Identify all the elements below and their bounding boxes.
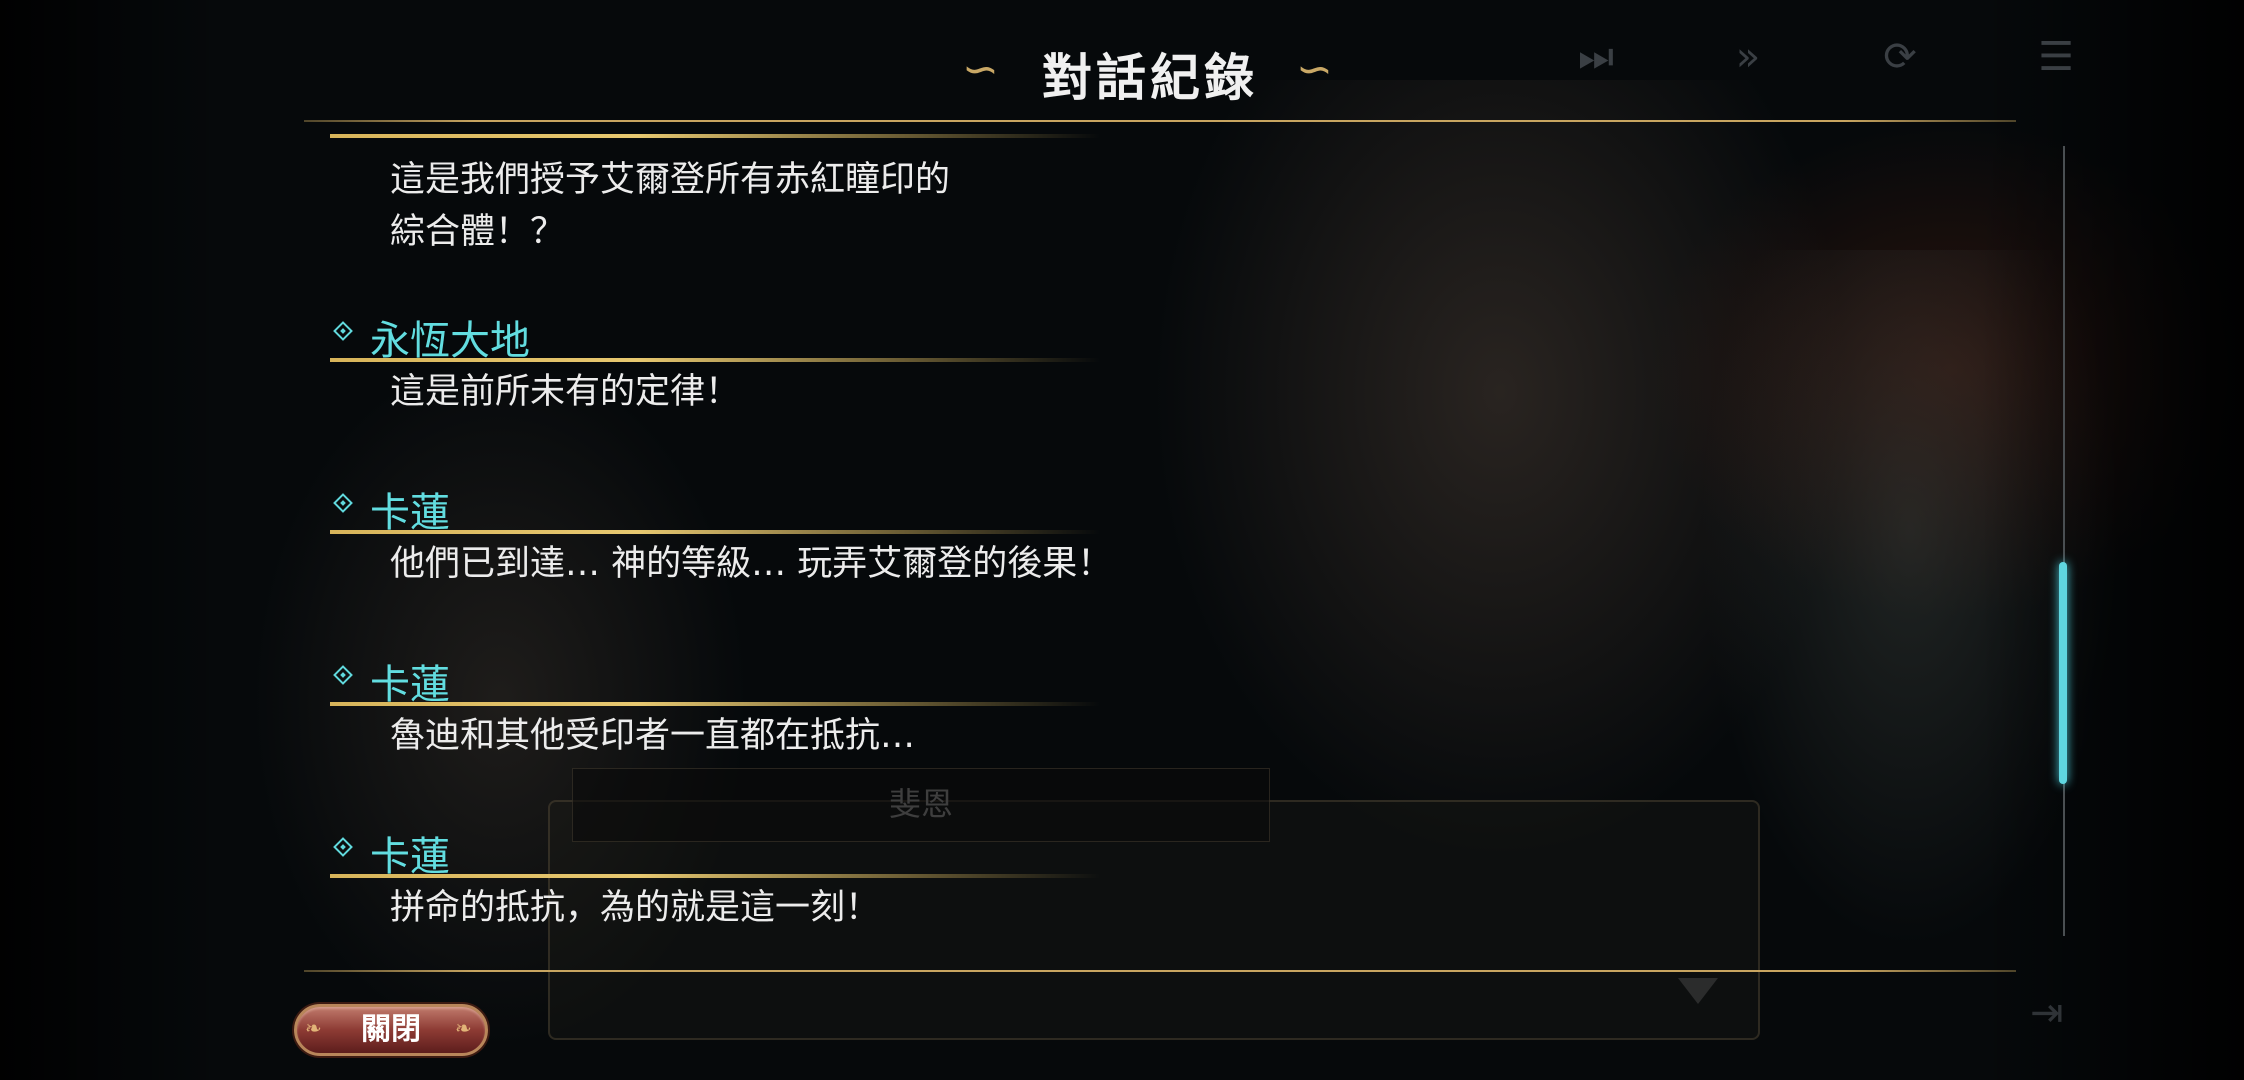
log-message: 魯迪和其他受印者一直都在抵抗…: [390, 716, 916, 756]
scrollbar-track[interactable]: [2063, 146, 2065, 936]
speaker-diamond-icon: [333, 321, 353, 341]
log-icon[interactable]: ☰: [2026, 32, 2086, 82]
bottom-divider: [304, 970, 2016, 972]
log-message: 他們已到達… 神的等級… 玩弄艾爾登的後果！: [390, 544, 1113, 584]
underlying-skip-icon: ⇥: [2030, 990, 2064, 1036]
top-divider: [304, 120, 2016, 122]
speaker-underline: [330, 530, 1100, 534]
button-ornament-right-icon: ❧: [455, 1016, 472, 1040]
dialogue-log[interactable]: 這是我們授予艾爾登所有赤紅瞳印的 綜合體！？ 永恆大地 這是前所未有的定律！ 卡…: [300, 124, 2030, 970]
speaker-underline: [330, 702, 1100, 706]
skip-icon[interactable]: »: [1718, 32, 1778, 82]
page-title: 對話紀錄: [1042, 49, 1258, 107]
fast-forward-icon[interactable]: ⏭: [1566, 32, 1626, 82]
speaker-underline: [330, 358, 1100, 362]
scrollbar-thumb[interactable]: [2059, 562, 2067, 784]
auto-icon[interactable]: ⟳: [1870, 32, 1930, 82]
speaker-underline: [330, 874, 1100, 878]
speaker-diamond-icon: [333, 837, 353, 857]
next-arrow-icon: [1678, 978, 1718, 1004]
speaker-underline: [330, 134, 1100, 138]
log-message: 這是前所未有的定律！: [390, 372, 741, 412]
log-message: 拼命的抵抗，為的就是這一刻！: [390, 888, 881, 928]
speaker-diamond-icon: [333, 665, 353, 685]
log-message: 這是我們授予艾爾登所有赤紅瞳印的 綜合體！？: [390, 160, 951, 252]
speaker-diamond-icon: [333, 493, 353, 513]
close-button[interactable]: ❧ 關閉 ❧: [294, 1004, 488, 1056]
title-ornament-right-icon: ∽: [1296, 44, 1333, 95]
